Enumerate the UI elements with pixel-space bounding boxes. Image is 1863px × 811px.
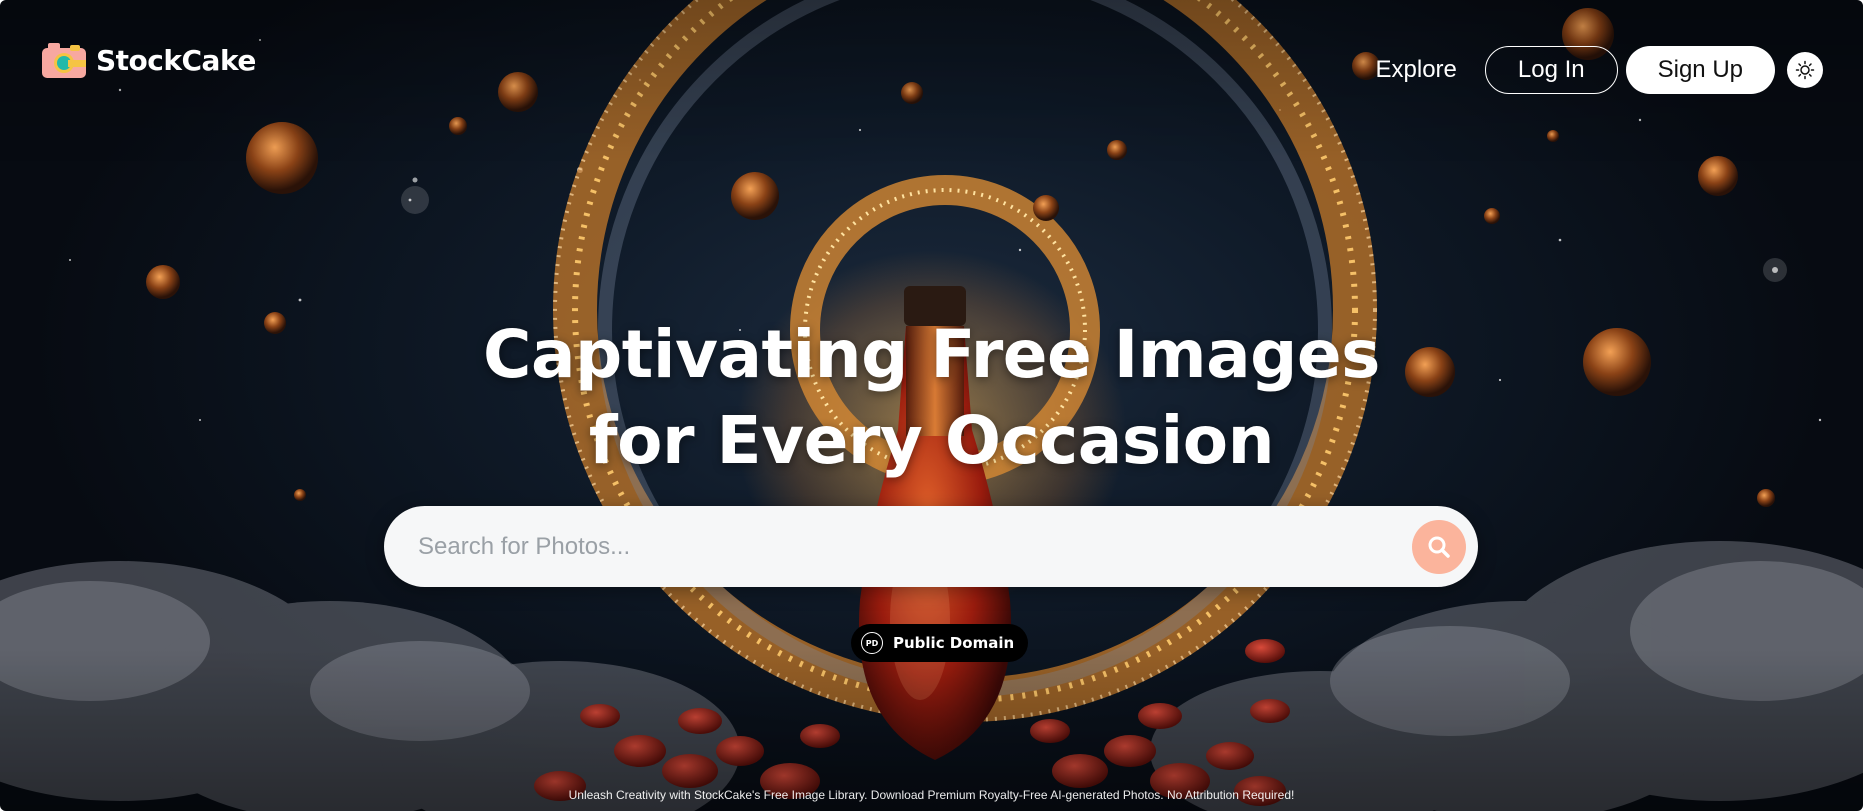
public-domain-pill[interactable]: PD Public Domain: [851, 624, 1029, 662]
hero-headline-line-1: Captivating Free Images: [483, 316, 1380, 393]
public-domain-label: Public Domain: [893, 634, 1015, 652]
sun-icon: [1795, 60, 1815, 80]
search-icon: [1428, 536, 1450, 558]
hero-headline: Captivating Free Images for Every Occasi…: [0, 312, 1863, 484]
signup-button[interactable]: Sign Up: [1625, 46, 1775, 94]
theme-toggle-button[interactable]: [1787, 52, 1823, 88]
top-nav: Explore Log In Sign Up: [1376, 46, 1823, 94]
brand-name: StockCake: [96, 43, 256, 77]
search-button[interactable]: [1412, 519, 1466, 574]
nav-explore-link[interactable]: Explore: [1376, 56, 1477, 84]
brand-logo[interactable]: StockCake: [40, 40, 256, 80]
camera-icon: [42, 43, 86, 78]
public-domain-icon: PD: [861, 632, 883, 654]
hero-background: StockCake Explore Log In Sign Up Captiva…: [0, 0, 1863, 811]
login-button[interactable]: Log In: [1484, 46, 1618, 94]
search-bar: [384, 506, 1478, 587]
footer-tagline: Unleash Creativity with StockCake's Free…: [568, 788, 1295, 802]
search-input[interactable]: [416, 515, 1412, 578]
hero-headline-line-2: for Every Occasion: [588, 402, 1275, 479]
